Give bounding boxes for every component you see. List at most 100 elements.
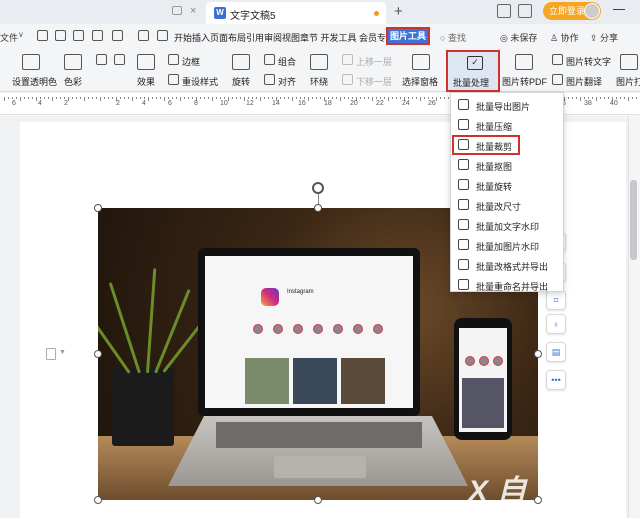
ruler-tick — [572, 97, 573, 99]
share-label: 分享 — [600, 33, 619, 43]
new-tab-button[interactable]: + — [394, 3, 403, 20]
rotate-icon — [458, 179, 469, 190]
resize-handle-n[interactable] — [314, 204, 322, 212]
resize-handle-s[interactable] — [314, 496, 322, 504]
batch-process-button[interactable]: ✓ 批量处理 — [446, 50, 500, 92]
undo-icon[interactable] — [112, 30, 123, 41]
resize-handle-e[interactable] — [534, 350, 542, 358]
paragraph-marker-icon[interactable] — [46, 348, 56, 360]
batch-menu-item[interactable]: 批量改格式并导出 — [452, 255, 562, 275]
tab-close-icon[interactable]: × — [190, 5, 196, 17]
batch-menu-item-label: 批量改格式并导出 — [476, 262, 549, 272]
pic-print-button[interactable]: 图片打 — [616, 75, 640, 88]
rotate-button[interactable]: 旋转 — [232, 75, 250, 88]
batch-menu-item[interactable]: 批量加图片水印 — [452, 235, 562, 255]
reset-style-button[interactable]: 重设样式 — [182, 75, 218, 88]
chevron-down-icon[interactable]: ∨ — [18, 30, 24, 39]
redo-icon[interactable] — [138, 30, 149, 41]
collaborate-button[interactable]: ♙ 协作 — [550, 31, 579, 44]
pic-print-icon[interactable] — [620, 54, 638, 70]
selection-pane-icon[interactable] — [412, 54, 430, 70]
color-icon[interactable] — [64, 54, 82, 70]
resize-handle-nw[interactable] — [94, 204, 102, 212]
scrollbar-thumb[interactable] — [630, 180, 637, 260]
ruler-tick — [304, 97, 305, 99]
batch-menu-item[interactable]: 批量压缩 — [452, 115, 562, 135]
sparkle-icon[interactable] — [114, 54, 125, 65]
rotate-handle-icon[interactable] — [312, 182, 324, 194]
ruler-tick — [336, 97, 337, 99]
story-circle — [465, 356, 475, 366]
pic-to-pdf-icon[interactable] — [515, 54, 533, 70]
more-options-button[interactable]: ••• — [546, 370, 566, 390]
search-input[interactable]: ○ 查找 — [440, 31, 466, 44]
ruler-tick — [28, 97, 29, 99]
border-button[interactable]: 边框 — [182, 55, 200, 68]
ruler-number: 6 — [12, 100, 16, 107]
avatar[interactable] — [584, 3, 600, 19]
ruler-tick — [396, 97, 397, 99]
vertical-scrollbar[interactable] — [628, 116, 640, 518]
ruler-tick — [88, 97, 89, 99]
share-button[interactable]: ⇪ 分享 — [590, 31, 618, 44]
ruler-tick — [140, 97, 141, 99]
pic-translate-button[interactable]: 图片翻译 — [566, 75, 602, 88]
batch-menu-item[interactable]: 批量加文字水印 — [452, 215, 562, 235]
document-tab[interactable]: W 文字文稿5 — [206, 2, 386, 24]
file-menu[interactable]: 文件 — [0, 31, 18, 44]
format-painter-icon[interactable] — [92, 30, 103, 41]
photo-plant-pot — [112, 368, 174, 446]
align-icon[interactable] — [264, 74, 275, 85]
layout-switch-icon[interactable] — [497, 4, 511, 18]
batch-menu-item[interactable]: 批量改尺寸 — [452, 195, 562, 215]
batch-menu-item-label: 批量导出图片 — [476, 102, 531, 112]
group-button[interactable]: 组合 — [278, 55, 296, 68]
minimize-icon[interactable] — [613, 9, 625, 10]
border-icon[interactable] — [168, 54, 179, 65]
unsaved-status[interactable]: ◎ 未保存 — [500, 31, 537, 44]
color-button[interactable]: 色彩 — [64, 75, 82, 88]
ruler-number: 22 — [376, 100, 384, 107]
batch-menu-item[interactable]: 批量导出图片 — [452, 95, 562, 115]
ruler-tick — [172, 97, 173, 99]
effect-button[interactable]: 效果 — [137, 75, 155, 88]
rotate-icon[interactable] — [232, 54, 250, 70]
selection-pane-button[interactable]: 选择窗格 — [402, 75, 438, 88]
resize-handle-sw[interactable] — [94, 496, 102, 504]
pic-to-text-icon[interactable] — [552, 54, 563, 65]
batch-menu-item[interactable]: 批量裁剪 — [452, 135, 520, 155]
tab-thumbnail-icon[interactable] — [172, 6, 182, 15]
transparent-color-icon[interactable] — [22, 54, 40, 70]
set-transparent-button[interactable]: 设置透明色 — [12, 75, 57, 88]
pic-to-pdf-button[interactable]: 图片转PDF — [502, 75, 547, 88]
reset-style-icon[interactable] — [168, 74, 179, 85]
ruler-tick — [220, 97, 221, 99]
save-icon[interactable] — [37, 30, 48, 41]
ruler-tick — [620, 97, 621, 99]
align-button[interactable]: 对齐 — [278, 75, 296, 88]
wrap-button[interactable]: 环绕 — [310, 75, 328, 88]
ruler-number: 38 — [584, 100, 592, 107]
send-backward-icon — [342, 74, 353, 85]
share-icon: ⇪ — [590, 33, 601, 43]
batch-menu-item[interactable]: 批量重命名并导出 — [452, 275, 562, 295]
batch-menu-item[interactable]: 批量抠图 — [452, 155, 562, 175]
tab-picture-tools[interactable]: 图片工具 — [386, 27, 430, 45]
ribbon-tabs[interactable]: 开始插入页面布局引用审阅视图章节 开发工具 会员专享 — [174, 31, 395, 44]
batch-menu-item[interactable]: 批量旋转 — [452, 175, 562, 195]
image-edit-icon[interactable]: ▤ — [546, 342, 566, 362]
window-grid-icon[interactable] — [518, 4, 532, 18]
chevron-down-icon[interactable]: ▼ — [59, 349, 66, 356]
pic-translate-icon[interactable] — [552, 74, 563, 85]
idea-icon[interactable]: ♁ — [546, 314, 566, 334]
print-icon[interactable] — [73, 30, 84, 41]
print-preview-icon[interactable] — [55, 30, 66, 41]
resize-handle-se[interactable] — [534, 496, 542, 504]
group-icon[interactable] — [264, 54, 275, 65]
wrap-icon[interactable] — [310, 54, 328, 70]
refresh-icon[interactable] — [96, 54, 107, 65]
more-quick-access-icon[interactable] — [157, 30, 168, 41]
pic-to-text-button[interactable]: 图片转文字 — [566, 55, 611, 68]
effect-icon[interactable] — [137, 54, 155, 70]
resize-handle-w[interactable] — [94, 350, 102, 358]
